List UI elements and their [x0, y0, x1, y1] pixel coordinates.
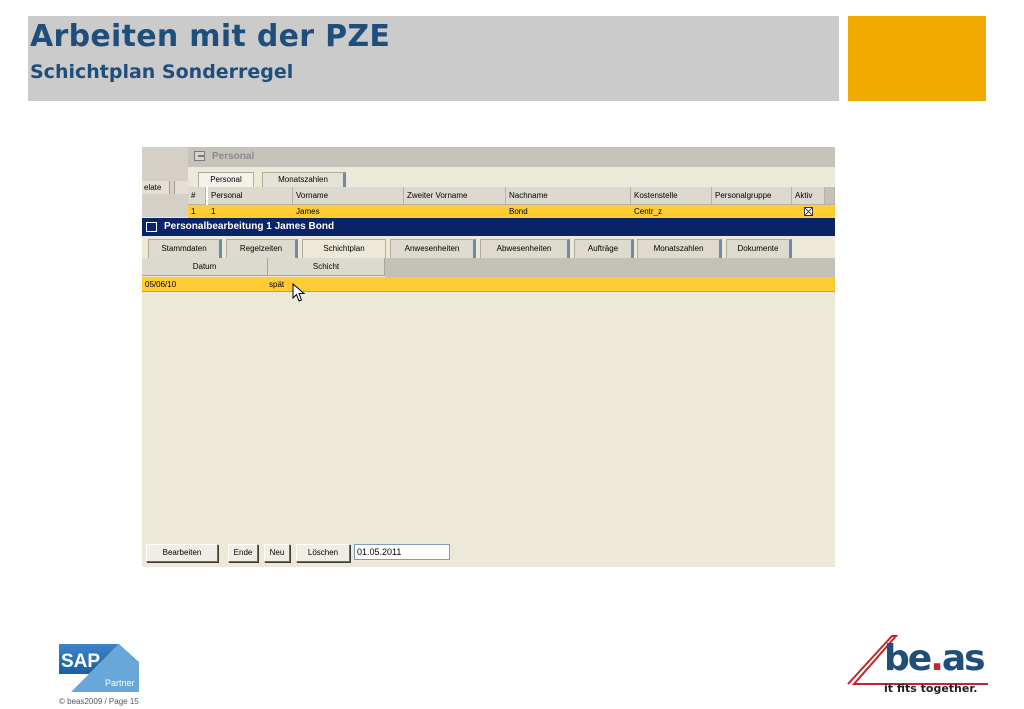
- tab-anwesenheiten[interactable]: Anwesenheiten: [390, 239, 476, 258]
- cell-kostenstelle: Centr_z: [634, 207, 663, 216]
- grid-header-filler: [385, 258, 835, 277]
- col-header-nachname[interactable]: Nachname: [506, 187, 631, 205]
- window-document-icon: [194, 151, 205, 161]
- schichtplan-grid-header: Datum Schicht: [142, 258, 835, 277]
- button-bar: Bearbeiten Ende Neu Löschen 01.05.2011: [142, 541, 835, 567]
- tab-dokumente[interactable]: Dokumente: [726, 239, 792, 258]
- cell-personal: 1: [211, 207, 216, 216]
- background-left-pane: elate: [142, 147, 189, 217]
- col-header-kostenstelle[interactable]: Kostenstelle: [631, 187, 712, 205]
- cell-personalgruppe: [712, 205, 715, 218]
- aktiv-checkbox[interactable]: [804, 207, 813, 216]
- personal-window-title: Personal: [212, 151, 255, 162]
- beas-tagline: it fits together.: [884, 682, 978, 695]
- ende-button[interactable]: Ende: [228, 544, 258, 562]
- loeschen-button[interactable]: Löschen: [296, 544, 350, 562]
- tab-abwesenheiten[interactable]: Abwesenheiten: [480, 239, 570, 258]
- slide-title-bar: Arbeiten mit der PZE Schichtplan Sonderr…: [28, 16, 839, 101]
- edit-tabs: Stammdaten Regelzeiten Schichtplan Anwes…: [142, 239, 835, 258]
- neu-button[interactable]: Neu: [264, 544, 290, 562]
- personal-tabs: Personal Monatszahlen: [188, 170, 835, 187]
- col-header-zweiter-vorname[interactable]: Zweiter Vorname: [404, 187, 506, 205]
- window-document-icon: [146, 222, 157, 232]
- left-tab-fragment[interactable]: elate: [142, 181, 170, 194]
- personal-table: # Personal Vorname Zweiter Vorname Nachn…: [188, 187, 835, 218]
- col-header-schicht[interactable]: Schicht: [268, 258, 385, 276]
- beas-logo-dot: .: [930, 638, 944, 679]
- cell-nachname: Bond: [509, 207, 528, 216]
- tab-regelzeiten[interactable]: Regelzeiten: [226, 239, 298, 258]
- cell-schicht: spät: [269, 280, 285, 289]
- col-header-personalgruppe[interactable]: Personalgruppe: [712, 187, 792, 205]
- col-header-vorname[interactable]: Vorname: [293, 187, 404, 205]
- edit-window-title: Personalbearbeitung 1 James Bond: [164, 221, 335, 232]
- table-row[interactable]: 1 1 James Bond Centr_z: [188, 205, 835, 218]
- personal-window-titlebar[interactable]: Personal: [188, 147, 835, 167]
- slide-title: Arbeiten mit der PZE: [30, 19, 391, 54]
- tab-monatszahlen[interactable]: Monatszahlen: [637, 239, 722, 258]
- cell-num: 1: [191, 207, 196, 216]
- tab-schichtplan[interactable]: Schichtplan: [302, 239, 386, 258]
- col-header-num[interactable]: #: [188, 187, 206, 205]
- col-header-personal[interactable]: Personal: [208, 187, 293, 205]
- col-header-aktiv[interactable]: Aktiv: [792, 187, 825, 205]
- copyright-text: © beas2009 / Page 15: [59, 697, 139, 706]
- left-tab-fragment-2[interactable]: [174, 181, 189, 194]
- col-header-filler: [825, 187, 835, 205]
- cell-datum: 05/06/10: [145, 280, 177, 289]
- accent-block: [848, 16, 986, 101]
- row-divider: [142, 291, 835, 292]
- edit-window-titlebar[interactable]: Personalbearbeitung 1 James Bond: [142, 218, 835, 236]
- slide-subtitle: Schichtplan Sonderregel: [30, 61, 294, 83]
- col-header-datum[interactable]: Datum: [142, 258, 268, 276]
- date-field[interactable]: 01.05.2011: [354, 544, 450, 560]
- bearbeiten-button[interactable]: Bearbeiten: [146, 544, 218, 562]
- beas-logo-suffix: as: [941, 638, 986, 679]
- table-row[interactable]: 05/06/10 spät: [142, 277, 835, 292]
- cell-vorname: James: [296, 207, 320, 216]
- sap-partner-text: Partner: [105, 678, 135, 688]
- tab-personal[interactable]: Personal: [198, 172, 254, 187]
- tab-auftraege[interactable]: Aufträge: [574, 239, 634, 258]
- sap-partner-logo: SAP Partner: [59, 644, 139, 692]
- beas-logo-prefix: be: [884, 638, 932, 679]
- app-screenshot: elate Personal Personal Monatszahlen # P…: [142, 147, 835, 567]
- mouse-pointer-icon: [292, 283, 306, 302]
- tab-monatszahlen[interactable]: Monatszahlen: [262, 172, 346, 187]
- sap-logo-text: SAP: [61, 651, 100, 672]
- cell-zweiter-vorname: [404, 205, 407, 218]
- tab-stammdaten[interactable]: Stammdaten: [148, 239, 222, 258]
- beas-logo: be.as: [884, 638, 986, 679]
